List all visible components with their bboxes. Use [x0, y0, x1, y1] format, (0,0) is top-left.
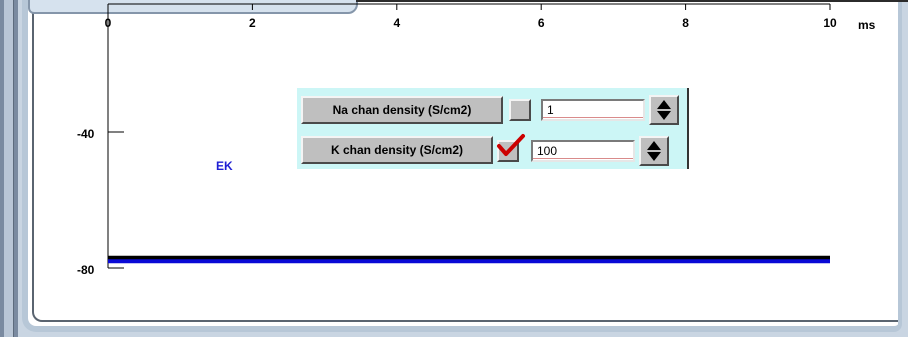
k-density-checkbox[interactable] — [497, 134, 525, 162]
x-tick-label: 4 — [393, 16, 400, 30]
x-tick-label: 6 — [538, 16, 545, 30]
series-group — [108, 255, 830, 264]
na-density-spinner[interactable] — [649, 95, 679, 125]
k-density-spinner[interactable] — [639, 136, 669, 166]
ek-label: EK — [216, 159, 233, 173]
spin-down-arrow-icon[interactable] — [657, 111, 671, 120]
na-density-input[interactable]: 1 — [541, 99, 645, 121]
na-density-button[interactable]: Na chan density (S/cm2) — [301, 96, 503, 124]
y-ticks: -40 -80 — [77, 127, 124, 277]
spin-up-arrow-icon[interactable] — [647, 141, 661, 150]
x-unit-label: ms — [858, 18, 876, 32]
checkmark-icon — [497, 134, 525, 156]
spin-up-arrow-icon[interactable] — [657, 100, 671, 109]
spin-down-arrow-icon[interactable] — [647, 152, 661, 161]
x-tick-label: 2 — [249, 16, 256, 30]
channel-density-panel: Na chan density (S/cm2) 1 K chan density… — [297, 88, 689, 169]
k-density-input[interactable]: 100 — [531, 140, 635, 162]
x-tick-label: 10 — [823, 16, 837, 30]
y-tick-label: -40 — [77, 127, 95, 141]
x-tick-label: 0 — [105, 16, 112, 30]
x-ticks: 0 2 4 6 8 10 — [105, 4, 837, 30]
y-tick-label: -80 — [77, 263, 95, 277]
na-density-checkbox[interactable] — [509, 99, 531, 121]
x-tick-label: 8 — [682, 16, 689, 30]
k-density-button[interactable]: K chan density (S/cm2) — [301, 136, 493, 164]
